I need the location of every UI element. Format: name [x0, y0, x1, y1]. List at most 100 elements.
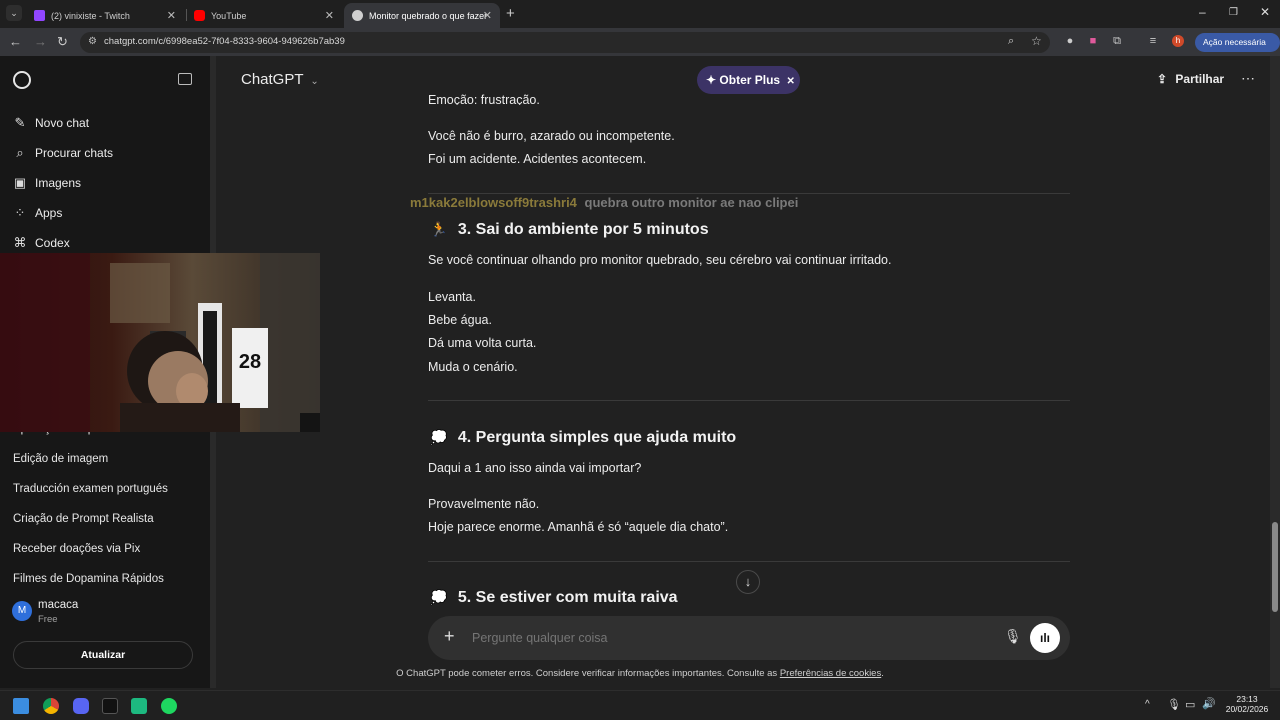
tray-chevron-icon[interactable]: ^	[1145, 699, 1150, 710]
footer-disclaimer: O ChatGPT pode cometer erros. Considere …	[0, 668, 1280, 679]
message-text: Daqui a 1 ano isso ainda vai importar?	[428, 461, 642, 475]
network-icon[interactable]: ▭	[1185, 698, 1195, 711]
close-icon[interactable]: ✕	[483, 9, 492, 22]
search-icon: ⌕	[16, 145, 24, 160]
user-plan: Free	[38, 614, 58, 625]
site-info-icon[interactable]: ⚙	[88, 36, 97, 47]
extensions-puzzle-icon[interactable]: ⧉	[1111, 35, 1123, 47]
avatar: M	[12, 601, 32, 621]
tab-chatgpt[interactable]: Monitor quebrado o que fazer ✕	[344, 3, 500, 28]
history-item[interactable]: Filmes de Dopamina Rápidos	[13, 573, 164, 585]
get-plus-label: Obter Plus	[719, 73, 781, 87]
clock[interactable]: 23:13 20/02/2026	[1222, 694, 1272, 714]
section-title: 3. Sai do ambiente por 5 minutos	[457, 221, 709, 238]
share-label: Partilhar	[1175, 72, 1225, 86]
browser-toolbar: ← → ↻ ⚙ chatgpt.com/c/6998ea52-7f04-8333…	[0, 28, 1280, 66]
history-item[interactable]: Edição de imagem	[13, 453, 108, 465]
message-text: Hoje parece enorme. Amanhã é só “aquele …	[428, 520, 729, 534]
scrollbar-thumb[interactable]	[1272, 522, 1278, 612]
forward-icon[interactable]: →	[34, 34, 47, 49]
message-text: Muda o cenário.	[428, 360, 518, 374]
cookie-preferences-link[interactable]: Preferências de cookies	[780, 668, 881, 679]
volume-icon[interactable]: 🔊	[1202, 697, 1216, 710]
sidebar-item-label: Imagens	[35, 176, 82, 190]
maximize-icon[interactable]: ❐	[1229, 7, 1238, 18]
sidebar-item-label: Novo chat	[35, 116, 90, 130]
tab-title: YouTube	[211, 10, 247, 21]
share-icon: ⇪	[1157, 72, 1168, 86]
user-account[interactable]: M macaca Free	[12, 598, 202, 628]
chrome-icon[interactable]	[43, 698, 59, 714]
media-control-icon[interactable]: ≡	[1147, 35, 1159, 47]
discord-icon[interactable]	[73, 698, 89, 714]
thought-balloon-icon: 💭	[430, 429, 448, 445]
thought-balloon-icon: 💭	[430, 589, 448, 605]
close-icon[interactable]: ✕	[167, 9, 176, 22]
message-text: Você não é burro, azarado ou incompetent…	[428, 129, 675, 143]
message-text: Se você continuar olhando pro monitor qu…	[428, 253, 892, 267]
sidebar-item-images[interactable]: ▣ Imagens	[13, 176, 82, 191]
sidebar-item-codex[interactable]: ⌘ Codex	[13, 236, 70, 251]
model-selector[interactable]: ChatGPT ⌄	[241, 71, 319, 88]
tab-twitch[interactable]: (2) vinixiste - Twitch ✕	[26, 3, 184, 28]
share-button[interactable]: ⇪ Partilhar	[1157, 72, 1224, 86]
tab-search-button[interactable]: ⌄	[6, 5, 22, 21]
section-heading: 💭 5. Se estiver com muita raiva	[430, 589, 678, 607]
history-item[interactable]: Receber doações via Pix	[13, 543, 140, 555]
tray-microphone-icon[interactable]: 🎙	[1167, 698, 1181, 711]
youtube-icon	[194, 10, 205, 21]
reload-icon[interactable]: ↻	[57, 34, 68, 50]
message-text: Bebe água.	[428, 313, 492, 327]
spotify-icon[interactable]	[161, 698, 177, 714]
bookmark-star-icon[interactable]: ☆	[1031, 34, 1042, 48]
back-icon[interactable]: ←	[9, 34, 22, 49]
windows-start-icon[interactable]	[13, 698, 29, 714]
action-required-label: Ação necessária	[1203, 37, 1266, 47]
toggle-sidebar-icon[interactable]	[178, 73, 192, 85]
runner-icon: 🏃	[430, 221, 448, 237]
prompt-input[interactable]	[472, 627, 992, 649]
extension-shield-icon[interactable]: ■	[1087, 35, 1099, 47]
main-scrollbar[interactable]	[1270, 56, 1280, 688]
voice-mode-button[interactable]: ılı	[1030, 623, 1060, 653]
plus-icon[interactable]: +	[444, 626, 455, 647]
sidebar-item-apps[interactable]: ⁘ Apps	[13, 206, 63, 221]
history-item[interactable]: Traducción examen portugués	[13, 483, 168, 495]
webcam-overlay: 28	[0, 253, 320, 432]
section-title: 5. Se estiver com muita raiva	[457, 589, 678, 606]
sidebar-item-search[interactable]: ⌕ Procurar chats	[13, 145, 113, 161]
app-icon[interactable]	[102, 698, 118, 714]
address-bar[interactable]: ⚙ chatgpt.com/c/6998ea52-7f04-8333-9604-…	[80, 32, 1050, 53]
scroll-to-bottom-button[interactable]: ↓	[736, 570, 760, 594]
message-text: Provavelmente não.	[428, 497, 540, 511]
divider	[428, 193, 1070, 194]
microphone-icon[interactable]: 🎙	[1004, 628, 1022, 645]
window-close-icon[interactable]: ✕	[1260, 5, 1270, 19]
extension-icon[interactable]: ●	[1064, 35, 1076, 47]
section-heading: 🏃 3. Sai do ambiente por 5 minutos	[430, 221, 709, 239]
sparkle-icon: ✦	[706, 73, 717, 87]
history-item[interactable]: Criação de Prompt Realista	[13, 513, 154, 525]
taskbar: ^ 🎙 ▭ 🔊 23:13 20/02/2026	[0, 690, 1280, 720]
section-heading: 💭 4. Pergunta simples que ajuda muito	[430, 429, 736, 447]
minimize-icon[interactable]: –	[1199, 5, 1206, 19]
tab-title: Monitor quebrado o que fazer	[369, 10, 488, 21]
more-options-icon[interactable]: ⋯	[1241, 70, 1255, 87]
close-icon[interactable]: ✕	[325, 9, 334, 22]
sidebar-item-new-chat[interactable]: ✎ Novo chat	[13, 115, 90, 131]
action-required-button[interactable]: Ação necessária ⋮	[1195, 33, 1280, 66]
close-icon[interactable]: ✕	[786, 76, 794, 87]
upgrade-button[interactable]: Atualizar	[13, 641, 193, 669]
app-green-icon[interactable]	[131, 698, 147, 714]
twitch-icon	[34, 10, 45, 21]
composer: + 🎙 ılı	[428, 616, 1070, 660]
new-tab-icon[interactable]: +	[506, 5, 515, 22]
openai-logo-icon[interactable]	[13, 71, 31, 89]
get-plus-button[interactable]: ✦ Obter Plus ✕	[697, 66, 800, 94]
zoom-icon[interactable]: ⌕	[1008, 35, 1014, 48]
edit-icon: ✎	[14, 115, 26, 130]
profile-avatar[interactable]: h	[1172, 35, 1184, 47]
section-title: 4. Pergunta simples que ajuda muito	[457, 429, 737, 446]
message-text: Levanta.	[428, 290, 476, 304]
tab-youtube[interactable]: YouTube ✕	[186, 3, 342, 28]
